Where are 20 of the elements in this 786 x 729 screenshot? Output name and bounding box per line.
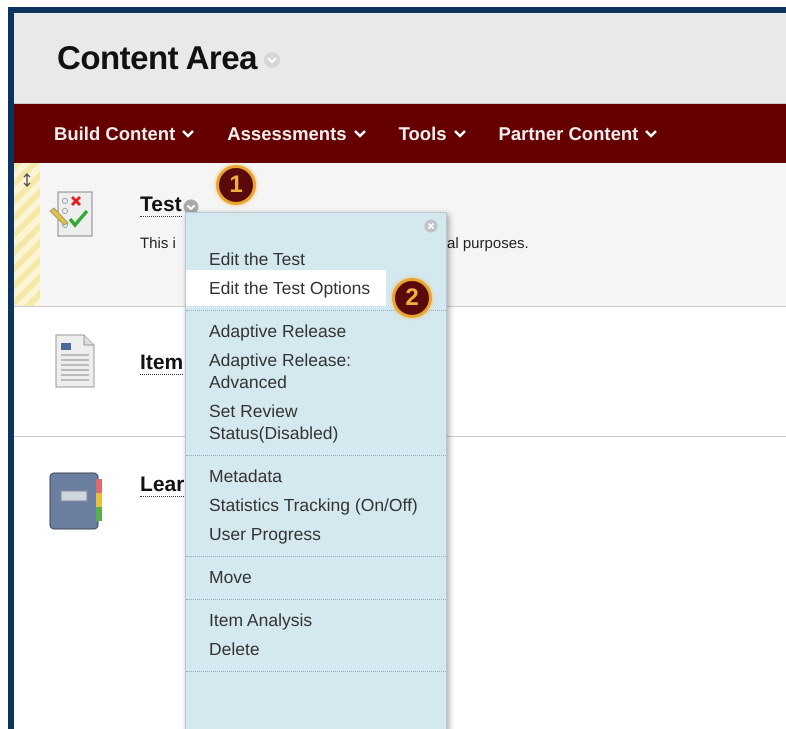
dropdown-icon[interactable]: [262, 51, 281, 69]
nav-menu-button[interactable]: Build Content: [50, 118, 200, 148]
nav-menu-button[interactable]: Partner Content: [494, 118, 662, 148]
item-description: al purposes.: [447, 235, 529, 252]
chevron-icon: [181, 128, 196, 138]
nav-menu-button[interactable]: Tools: [394, 118, 471, 148]
menu-item[interactable]: Edit the Test Options: [186, 270, 386, 306]
document-icon: [54, 333, 96, 389]
page-title: Content Area: [57, 39, 257, 77]
chevron-icon: [644, 128, 658, 138]
chevron-icon: [352, 128, 367, 138]
chevron-icon: [452, 128, 467, 138]
item-title-link[interactable]: Lear: [140, 473, 184, 497]
item-title-link[interactable]: Item: [140, 351, 184, 375]
drag-handle[interactable]: [14, 163, 40, 306]
close-icon[interactable]: [424, 219, 438, 233]
nav-menu-button[interactable]: Assessments: [223, 118, 371, 148]
item-title-link[interactable]: Test: [140, 193, 182, 217]
item-description: This i: [140, 235, 177, 252]
menu-item[interactable]: Move: [186, 559, 446, 595]
